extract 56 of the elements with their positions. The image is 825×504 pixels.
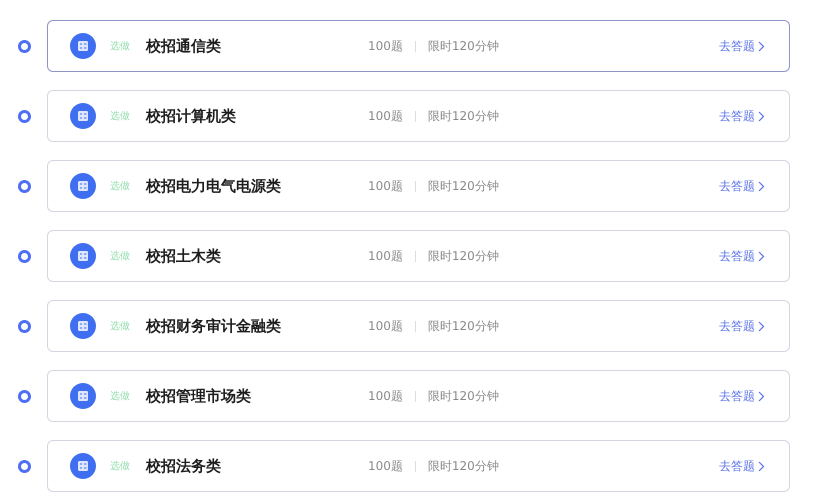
time-limit: 限时120分钟 (428, 108, 499, 124)
start-link[interactable]: 去答题 (719, 458, 765, 474)
chevron-right-icon (758, 320, 765, 332)
checklist-icon (70, 103, 96, 129)
optional-tag: 选做 (110, 319, 146, 333)
optional-tag: 选做 (110, 459, 146, 473)
optional-tag: 选做 (110, 109, 146, 123)
start-link[interactable]: 去答题 (719, 248, 765, 264)
question-count: 100题 (368, 458, 403, 474)
exam-title: 校招电力电气电源类 (146, 176, 282, 196)
timeline-dot (18, 180, 31, 192)
chevron-right-icon (758, 250, 765, 262)
timeline-dot (18, 40, 31, 52)
question-count: 100题 (368, 108, 403, 124)
chevron-right-icon (758, 460, 765, 472)
start-link[interactable]: 去答题 (719, 38, 765, 54)
start-link[interactable]: 去答题 (719, 318, 765, 334)
optional-tag: 选做 (110, 39, 146, 53)
start-link[interactable]: 去答题 (719, 108, 765, 124)
start-link[interactable]: 去答题 (719, 388, 765, 404)
chevron-right-icon (758, 40, 765, 52)
checklist-icon (70, 243, 96, 269)
question-count: 100题 (368, 248, 403, 264)
optional-tag: 选做 (110, 389, 146, 403)
optional-tag: 选做 (110, 249, 146, 263)
optional-tag: 选做 (110, 179, 146, 193)
chevron-right-icon (758, 390, 765, 402)
timeline-dot (18, 110, 31, 122)
exam-title: 校招土木类 (146, 246, 222, 266)
time-limit: 限时120分钟 (428, 458, 499, 474)
timeline-dot (18, 250, 31, 262)
exam-title: 校招计算机类 (146, 106, 237, 126)
question-count: 100题 (368, 178, 403, 194)
timeline-dot (18, 390, 31, 402)
question-count: 100题 (368, 38, 403, 54)
exam-title: 校招通信类 (146, 36, 222, 56)
time-limit: 限时120分钟 (428, 388, 499, 404)
question-count: 100题 (368, 318, 403, 334)
exam-title: 校招管理市场类 (146, 386, 252, 406)
timeline-dot (18, 460, 31, 472)
checklist-icon (70, 313, 96, 339)
checklist-icon (70, 383, 96, 409)
time-limit: 限时120分钟 (428, 248, 499, 264)
question-count: 100题 (368, 388, 403, 404)
exam-title: 校招财务审计金融类 (146, 316, 282, 336)
start-link[interactable]: 去答题 (719, 178, 765, 194)
checklist-icon (70, 453, 96, 479)
exam-title: 校招法务类 (146, 456, 222, 476)
chevron-right-icon (758, 110, 765, 122)
chevron-right-icon (758, 180, 765, 192)
time-limit: 限时120分钟 (428, 38, 499, 54)
time-limit: 限时120分钟 (428, 318, 499, 334)
time-limit: 限时120分钟 (428, 178, 499, 194)
checklist-icon (70, 173, 96, 199)
timeline-dot (18, 320, 31, 332)
checklist-icon (70, 33, 96, 59)
